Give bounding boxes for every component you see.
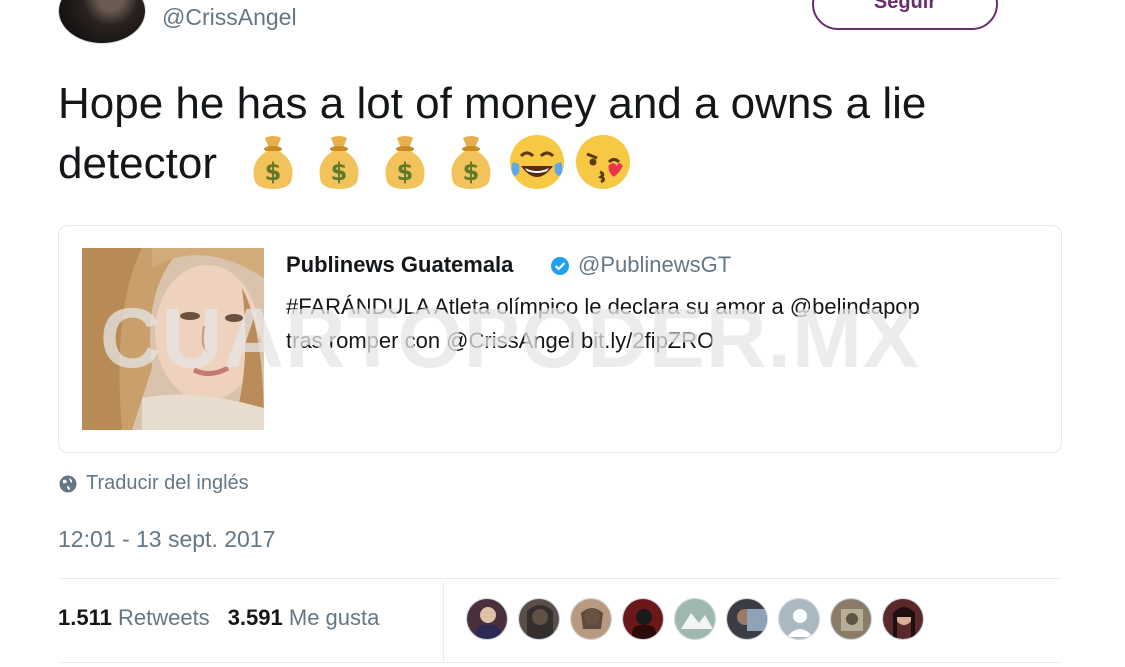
- liker-avatar[interactable]: [466, 598, 508, 640]
- money-bag-emoji: $: [385, 136, 425, 190]
- tweet-text: Hope he has a lot of money and a owns a …: [58, 74, 1088, 196]
- verified-badge-icon: [551, 257, 569, 275]
- quoted-text-line2: tras romper con @CrissAngel bit.ly/2fipZ…: [286, 328, 715, 353]
- retweets-stat[interactable]: 1.511 Retweets: [58, 605, 210, 631]
- stats-divider: [443, 582, 444, 662]
- tweet-text-line2-wrap: detector $ $ $ $: [58, 134, 1088, 196]
- retweets-count: 1.511: [58, 605, 112, 630]
- kissing-face-emoji: [576, 135, 631, 190]
- tweet-text-line1: Hope he has a lot of money and a owns a …: [58, 79, 927, 128]
- quoted-author-name[interactable]: Publinews Guatemala: [286, 252, 513, 278]
- divider: [58, 662, 1062, 663]
- emoji-row: $ $ $ $: [243, 132, 633, 192]
- svg-text:$: $: [331, 158, 348, 186]
- tweet-stats: 1.511 Retweets 3.591 Me gusta: [58, 605, 379, 631]
- money-bag-emoji: $: [451, 136, 491, 190]
- liker-avatar[interactable]: [778, 598, 820, 640]
- translate-link[interactable]: Traducir del inglés: [86, 472, 249, 495]
- likers-list: [466, 598, 924, 640]
- svg-text:$: $: [397, 158, 414, 186]
- liker-avatar[interactable]: [830, 598, 872, 640]
- likes-label: Me gusta: [288, 605, 380, 630]
- liker-avatar[interactable]: [518, 598, 560, 640]
- money-bag-emoji: $: [319, 136, 359, 190]
- likes-stat[interactable]: 3.591 Me gusta: [228, 605, 380, 631]
- retweets-label: Retweets: [117, 605, 210, 630]
- quoted-tweet-image[interactable]: [82, 248, 264, 430]
- portrait-photo: [82, 248, 264, 430]
- liker-avatar[interactable]: [622, 598, 664, 640]
- divider: [58, 578, 1062, 579]
- svg-text:$: $: [265, 158, 282, 186]
- tweet-text-line2: detector: [58, 139, 217, 188]
- liker-avatar[interactable]: [674, 598, 716, 640]
- quoted-text-line1: #FARÁNDULA Atleta olímpico le declara su…: [286, 294, 920, 319]
- liker-avatar[interactable]: [570, 598, 612, 640]
- author-handle[interactable]: @CrissAngel: [162, 4, 297, 31]
- quoted-author-handle[interactable]: @PublinewsGT: [578, 252, 731, 278]
- tears-of-joy-emoji: [510, 135, 565, 190]
- chevron-down-icon[interactable]: [1034, 0, 1056, 6]
- quoted-tweet-text: #FARÁNDULA Atleta olímpico le declara su…: [286, 290, 1046, 358]
- liker-avatar[interactable]: [882, 598, 924, 640]
- liker-avatar[interactable]: [726, 598, 768, 640]
- globe-icon[interactable]: [58, 474, 78, 494]
- author-avatar[interactable]: [58, 0, 146, 44]
- follow-button[interactable]: Seguir: [812, 0, 998, 30]
- likes-count: 3.591: [227, 605, 283, 630]
- tweet-timestamp[interactable]: 12:01 - 13 sept. 2017: [58, 526, 275, 553]
- money-bag-emoji: $: [253, 136, 293, 190]
- svg-text:$: $: [463, 158, 480, 186]
